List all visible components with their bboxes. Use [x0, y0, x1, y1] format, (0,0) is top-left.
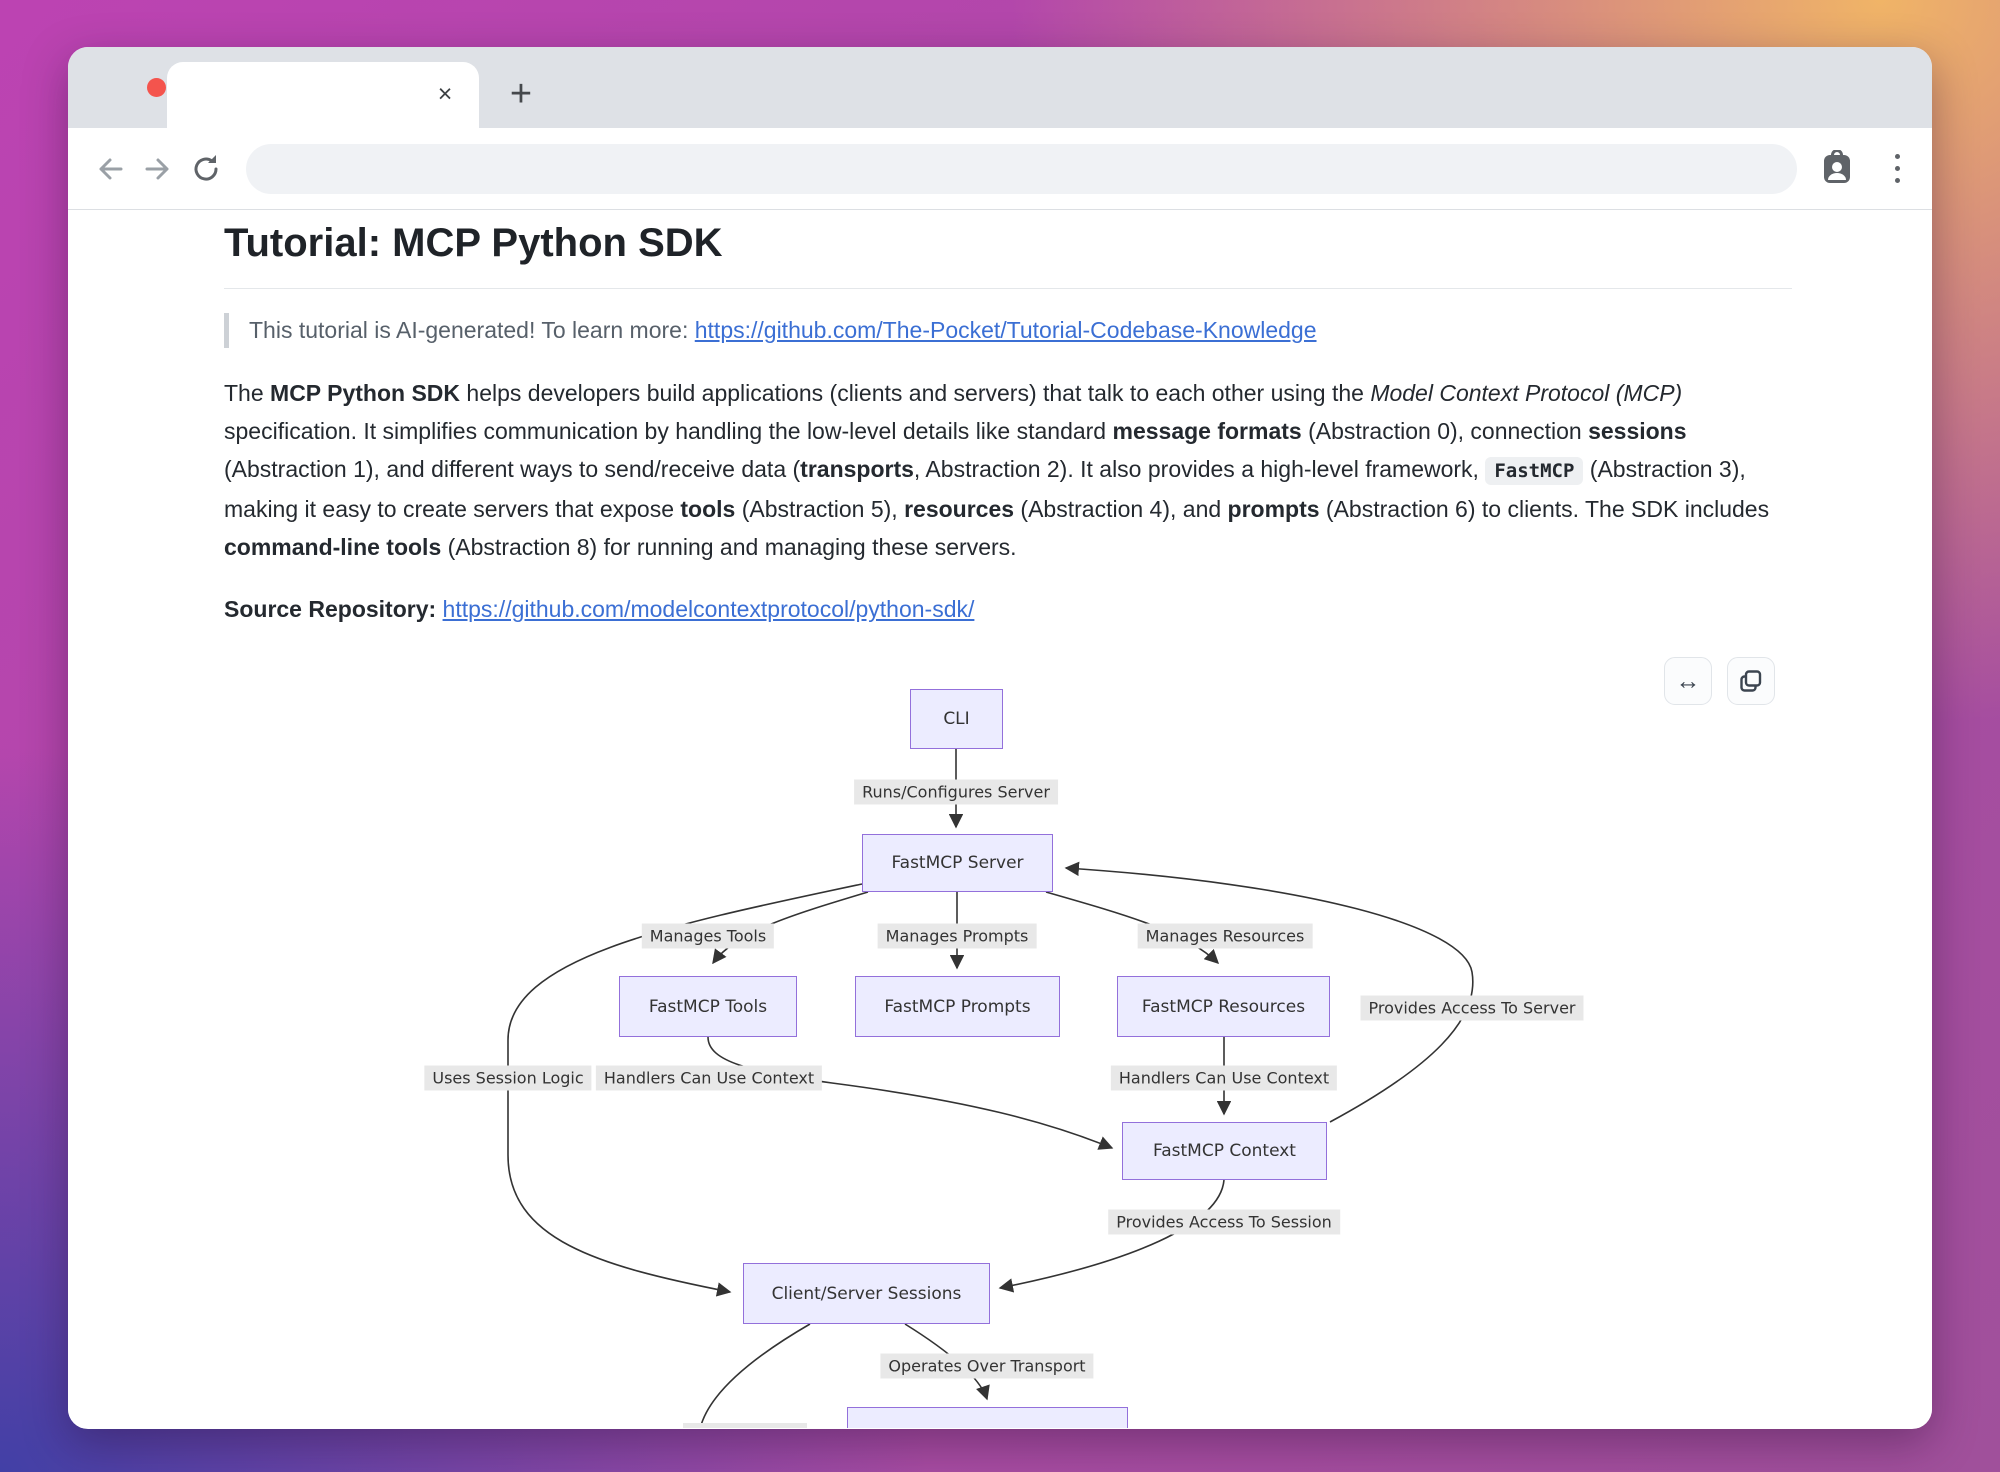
- source-repository-label: Source Repository:: [224, 596, 443, 622]
- copy-diagram-button[interactable]: [1727, 657, 1775, 705]
- node-server: FastMCP Server: [862, 834, 1053, 892]
- edge-label-manages-resources: Manages Resources: [1138, 924, 1313, 949]
- browser-window: × +: [68, 47, 1932, 1429]
- page-title: Tutorial: MCP Python SDK: [224, 216, 1792, 289]
- tutorial-codebase-link[interactable]: https://github.com/The-Pocket/Tutorial-C…: [695, 317, 1317, 343]
- edge-label-operates-over-transport: Operates Over Transport: [880, 1354, 1093, 1379]
- edge-tools-context: [708, 1037, 1112, 1148]
- source-repository-link[interactable]: https://github.com/modelcontextprotocol/…: [443, 596, 975, 622]
- node-transport: [847, 1407, 1128, 1428]
- edge-label-manages-prompts: Manages Prompts: [878, 924, 1037, 949]
- forward-icon[interactable]: [138, 149, 178, 189]
- reload-icon[interactable]: [186, 149, 226, 189]
- edge-label-handlers-can-use-context-right: Handlers Can Use Context: [1111, 1066, 1337, 1091]
- new-tab-button[interactable]: +: [496, 69, 546, 119]
- menu-kebab-icon[interactable]: [1885, 150, 1910, 187]
- edge-label-provides-access-to-session: Provides Access To Session: [1108, 1210, 1340, 1235]
- edge-label-partial-label: [683, 1423, 807, 1428]
- edge-label-provides-access-to-server: Provides Access To Server: [1361, 996, 1584, 1021]
- diagram-controls: ↔: [1664, 657, 1775, 705]
- edge-label-manages-tools: Manages Tools: [642, 924, 774, 949]
- node-tools: FastMCP Tools: [619, 976, 797, 1037]
- edge-server-sessions: [508, 884, 862, 1292]
- back-icon[interactable]: [90, 149, 130, 189]
- address-bar[interactable]: [246, 144, 1797, 194]
- edge-label-uses-session-logic: Uses Session Logic: [424, 1066, 591, 1091]
- edge-server-resources: [1046, 892, 1218, 963]
- note-text: This tutorial is AI-generated! To learn …: [249, 317, 695, 343]
- close-window-button[interactable]: [147, 78, 166, 97]
- browser-tab[interactable]: ×: [167, 62, 479, 128]
- edge-context-sessions: [1000, 1180, 1224, 1288]
- expand-icon: ↔: [1676, 667, 1701, 696]
- tab-close-icon[interactable]: ×: [427, 76, 463, 112]
- edge-label-handlers-can-use-context-left: Handlers Can Use Context: [596, 1066, 822, 1091]
- node-cli: CLI: [910, 689, 1003, 749]
- edge-context-server: [1066, 868, 1473, 1122]
- node-prompts: FastMCP Prompts: [855, 976, 1060, 1037]
- tab-strip: × +: [68, 47, 1932, 128]
- expand-diagram-button[interactable]: ↔: [1664, 657, 1712, 705]
- source-repository-line: Source Repository: https://github.com/mo…: [224, 596, 1792, 623]
- edge-sessions-transport: [905, 1324, 987, 1399]
- page-content: Tutorial: MCP Python SDK This tutorial i…: [68, 210, 1932, 1428]
- copy-icon: [1739, 669, 1763, 693]
- profile-icon[interactable]: [1817, 149, 1857, 189]
- edge-sessions-bottom-left: [700, 1324, 810, 1428]
- edge-server-tools: [713, 892, 868, 963]
- node-sessions: Client/Server Sessions: [743, 1263, 990, 1324]
- node-context: FastMCP Context: [1122, 1122, 1327, 1180]
- intro-paragraph: The MCP Python SDK helps developers buil…: [224, 374, 1792, 566]
- ai-generated-note: This tutorial is AI-generated! To learn …: [224, 313, 1792, 348]
- browser-toolbar: [68, 128, 1932, 210]
- edge-label-runs-configures-server: Runs/Configures Server: [854, 780, 1058, 805]
- node-resources: FastMCP Resources: [1117, 976, 1330, 1037]
